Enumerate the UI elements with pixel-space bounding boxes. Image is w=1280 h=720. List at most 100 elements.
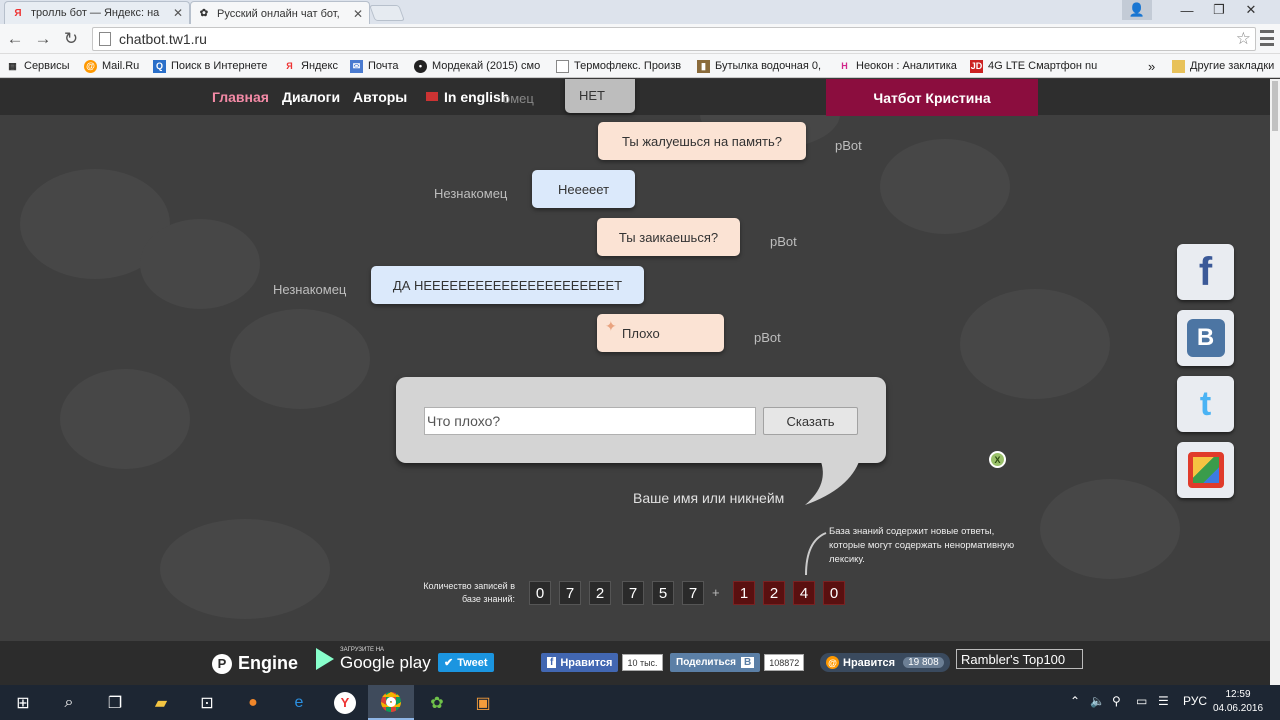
ok-like-button[interactable]: @ Нравится 19 808 [820, 653, 950, 672]
app-icon[interactable]: ✿ [414, 685, 460, 720]
counter-digit: 5 [652, 581, 674, 605]
bookmark-button[interactable] [1177, 442, 1234, 498]
message-input[interactable] [424, 407, 756, 435]
new-tab-button[interactable] [369, 5, 405, 21]
nav-dialogs[interactable]: Диалоги [282, 89, 340, 105]
language-indicator[interactable]: РУС [1183, 694, 1207, 708]
twitter-button[interactable]: t [1177, 376, 1234, 432]
bookmark-mordecai[interactable]: • Мордекай (2015) смо [414, 58, 544, 74]
site-nav: Главная Диалоги Авторы In english омец [0, 79, 1270, 115]
engine-logo[interactable]: P Engine [212, 653, 298, 674]
vk-button[interactable]: B [1177, 310, 1234, 366]
vk-icon: B [741, 657, 755, 668]
action-center-icon[interactable]: ☰ [1158, 694, 1169, 708]
bookmark-search[interactable]: Q Поиск в Интернете [153, 58, 267, 74]
new-counter-digit: 0 [823, 581, 845, 605]
avatar-icon: • [414, 59, 427, 73]
bookmark-label: Mail.Ru [102, 60, 140, 72]
knowledge-base-note: База знаний содержит новые ответы, котор… [829, 526, 1015, 565]
chat-message-bot: Ты жалуешься на память? [598, 122, 806, 160]
scrollbar-thumb[interactable] [1272, 81, 1278, 131]
bookmark-label: Термофлекс. Произв [574, 60, 682, 72]
chrome-icon[interactable] [368, 685, 414, 720]
battery-icon[interactable]: ▭ [1136, 694, 1147, 708]
user-icon[interactable]: 👤 [1122, 0, 1152, 20]
bookmark-mailru[interactable]: @ Mail.Ru [84, 58, 139, 74]
file-explorer-icon[interactable]: ▰ [138, 685, 184, 720]
bookmarks-overflow-button[interactable]: » [1148, 58, 1155, 74]
menu-icon[interactable] [1260, 30, 1274, 46]
nav-authors[interactable]: Авторы [353, 89, 407, 105]
media-icon[interactable]: ▣ [460, 685, 506, 720]
network-icon[interactable]: ⚲ [1112, 694, 1121, 708]
bookmark-thermoflex[interactable]: Термофлекс. Произв [556, 58, 684, 74]
bookmark-neokon[interactable]: H Неокон : Аналитика [838, 58, 957, 74]
nav-english[interactable]: In english [426, 89, 509, 105]
speaker-label: pBot [754, 330, 781, 345]
back-icon[interactable]: ← [4, 29, 26, 49]
counter-plus: + [712, 585, 720, 600]
tab-chatbot[interactable]: ✿ Русский онлайн чат бот, ✕ [190, 1, 370, 25]
bookmark-label: 4G LTE Смартфон nu [988, 60, 1098, 72]
nav-home[interactable]: Главная [212, 89, 269, 105]
speaker-label: Незнакомец [434, 186, 508, 201]
bookmark-services[interactable]: ▦ Сервисы [6, 58, 70, 74]
star-icon[interactable]: ☆ [1236, 29, 1251, 49]
facebook-icon: f [547, 657, 557, 668]
bookmark-label: Сервисы [24, 60, 70, 72]
search-icon[interactable]: ⌕ [46, 685, 92, 720]
reload-icon[interactable]: ↻ [60, 29, 82, 49]
bookmark-smartphone[interactable]: JD 4G LTE Смартфон nu [970, 58, 1102, 74]
chatbot-kristina-button[interactable]: Чатбот Кристина [826, 79, 1038, 116]
firefox-icon[interactable]: ● [230, 685, 276, 720]
other-bookmarks[interactable]: Другие закладки [1172, 58, 1274, 74]
facebook-button[interactable]: f [1177, 244, 1234, 300]
tray-expand-icon[interactable]: ⌃ [1070, 694, 1080, 708]
forward-icon[interactable]: → [32, 29, 54, 49]
yandex-icon: Я [286, 61, 293, 71]
bookmark-icon [1187, 452, 1224, 488]
bookmark-mail[interactable]: ✉ Почта [350, 58, 399, 74]
chat-message-user: ДА НЕЕЕЕЕЕЕЕЕЕЕЕЕЕЕЕЕЕЕЕЕЕТ [371, 266, 644, 304]
bottle-icon: ▮ [697, 59, 710, 73]
new-counter-digit: 4 [793, 581, 815, 605]
task-view-icon[interactable]: ❐ [92, 685, 138, 720]
rambler-top100-link[interactable]: Rambler's Top100 [956, 649, 1083, 669]
tab-title: Русский онлайн чат бот, [217, 7, 340, 20]
vk-share-button[interactable]: Поделиться B 108872 [670, 653, 805, 672]
clock[interactable]: 12:59 04.06.2016 [1212, 688, 1264, 716]
say-button[interactable]: Сказать [763, 407, 858, 435]
google-play-badge[interactable]: ЗАГРУЗИТЕ НА Google play [316, 645, 431, 673]
tweet-text: Tweet [457, 656, 488, 669]
tweet-button[interactable]: ✔ Tweet [438, 653, 494, 672]
fb-like-button[interactable]: f Нравится 10 тыс. [541, 653, 663, 672]
close-window-button[interactable]: ✕ [1236, 0, 1266, 20]
close-icon[interactable]: X [989, 451, 1006, 468]
address-bar[interactable]: chatbot.tw1.ru ☆ [92, 27, 1256, 51]
windows-start-icon[interactable]: ⊞ [0, 685, 46, 720]
volume-icon[interactable]: 🔈 [1090, 694, 1105, 708]
edge-icon[interactable]: e [276, 685, 322, 720]
maximize-button[interactable]: ❐ [1204, 0, 1234, 20]
counter-digit: 2 [589, 581, 611, 605]
background-cloud [1040, 479, 1180, 579]
yandex-browser-icon[interactable]: Y [322, 685, 368, 720]
clock-time: 12:59 [1225, 689, 1251, 700]
background-cloud [230, 309, 370, 409]
page-scrollbar[interactable] [1270, 79, 1280, 685]
tweet-label: ✔ Tweet [438, 653, 494, 672]
store-icon[interactable]: ⊡ [184, 685, 230, 720]
minimize-button[interactable]: — [1172, 0, 1202, 20]
page-icon [99, 32, 111, 46]
social-buttons: f B t [1177, 244, 1234, 508]
google-play-pre: ЗАГРУЗИТЕ НА [340, 647, 385, 653]
close-tab-icon[interactable]: ✕ [173, 6, 183, 20]
note-curve-icon [805, 532, 827, 576]
bookmark-bottle[interactable]: ▮ Бутылка водочная 0, [697, 58, 825, 74]
chat-message-bot: Ты заикаешься? [597, 218, 740, 256]
message-composer: Сказать [396, 377, 886, 463]
close-tab-icon[interactable]: ✕ [353, 7, 363, 21]
apps-icon: ▦ [8, 60, 17, 71]
bookmark-yandex[interactable]: Я Яндекс [283, 58, 338, 74]
tab-yandex[interactable]: Я тролль бот — Яндекс: на ✕ [4, 1, 190, 24]
